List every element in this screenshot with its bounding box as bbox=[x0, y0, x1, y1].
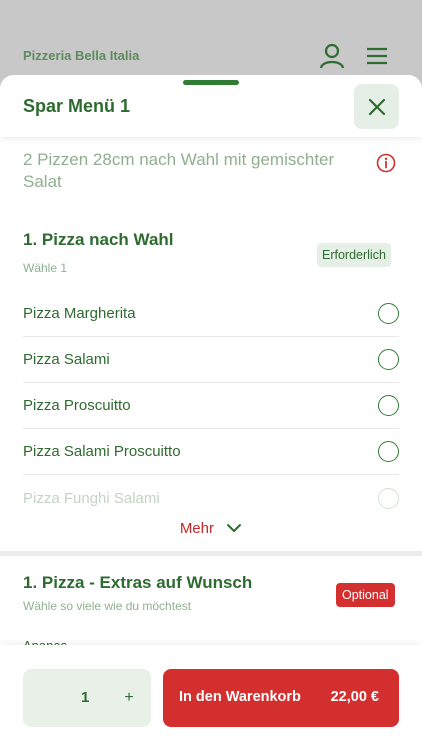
option-row[interactable]: Pizza Salami bbox=[23, 337, 399, 383]
option-row[interactable]: Pizza Proscuitto bbox=[23, 383, 399, 429]
option-row[interactable]: Pizza Salami Proscuitto bbox=[23, 429, 399, 475]
optional-badge: Optional bbox=[336, 583, 395, 607]
option-label: Pizza Salami Proscuitto bbox=[23, 443, 181, 460]
sheet-title: Spar Menü 1 bbox=[23, 96, 131, 116]
group-title-pizza-choice: 1. Pizza nach Wahl bbox=[23, 230, 174, 249]
add-to-cart-button[interactable]: In den Warenkorb 22,00 € bbox=[163, 669, 399, 727]
restaurant-title: Pizzeria Bella Italia bbox=[23, 48, 140, 63]
option-label: Pizza Margherita bbox=[23, 305, 136, 322]
user-icon[interactable] bbox=[319, 43, 345, 69]
sheet-grabber[interactable] bbox=[183, 80, 239, 85]
sheet-header: Spar Menü 1 bbox=[0, 75, 422, 137]
more-button[interactable]: Mehr bbox=[0, 519, 422, 537]
increase-quantity-button[interactable]: + bbox=[121, 686, 137, 710]
close-button[interactable] bbox=[354, 84, 399, 129]
chevron-down-icon bbox=[227, 524, 242, 533]
hamburger-menu-icon[interactable] bbox=[365, 45, 389, 67]
radio-button[interactable] bbox=[378, 349, 399, 370]
radio-button[interactable] bbox=[378, 441, 399, 462]
radio-button[interactable] bbox=[378, 303, 399, 324]
group-subtitle-pizza-choice: Wähle 1 bbox=[23, 261, 68, 275]
cart-footer: 1 + In den Warenkorb 22,00 € bbox=[0, 645, 422, 750]
more-label: Mehr bbox=[179, 519, 214, 537]
group-subtitle-extras: Wähle so viele wie du möchtest bbox=[23, 599, 192, 613]
product-sheet: Spar Menü 1 2 Pizzen 28cm nach Wahl mit … bbox=[0, 75, 422, 750]
radio-button[interactable] bbox=[378, 487, 399, 509]
radio-button[interactable] bbox=[378, 395, 399, 416]
option-row[interactable]: Pizza Margherita bbox=[23, 291, 399, 337]
add-to-cart-label: In den Warenkorb bbox=[179, 689, 301, 705]
product-description: 2 Pizzen 28cm nach Wahl mit gemischter S… bbox=[23, 150, 335, 191]
section-divider bbox=[0, 551, 422, 556]
required-badge: Erforderlich bbox=[317, 243, 391, 267]
close-icon bbox=[368, 98, 385, 115]
option-label: Pizza Proscuitto bbox=[23, 397, 131, 414]
option-row[interactable]: Pizza Funghi Salami bbox=[23, 475, 399, 521]
option-label: Pizza Funghi Salami bbox=[23, 489, 160, 507]
pizza-options-list: Pizza Margherita Pizza Salami Pizza Pros… bbox=[23, 291, 399, 521]
quantity-value: 1 bbox=[81, 689, 90, 706]
option-label: Pizza Salami bbox=[23, 351, 110, 368]
group-title-extras: 1. Pizza - Extras auf Wunsch bbox=[23, 573, 253, 592]
quantity-stepper: 1 + bbox=[23, 669, 151, 727]
info-icon[interactable] bbox=[376, 153, 396, 173]
total-price: 22,00 € bbox=[330, 689, 379, 705]
